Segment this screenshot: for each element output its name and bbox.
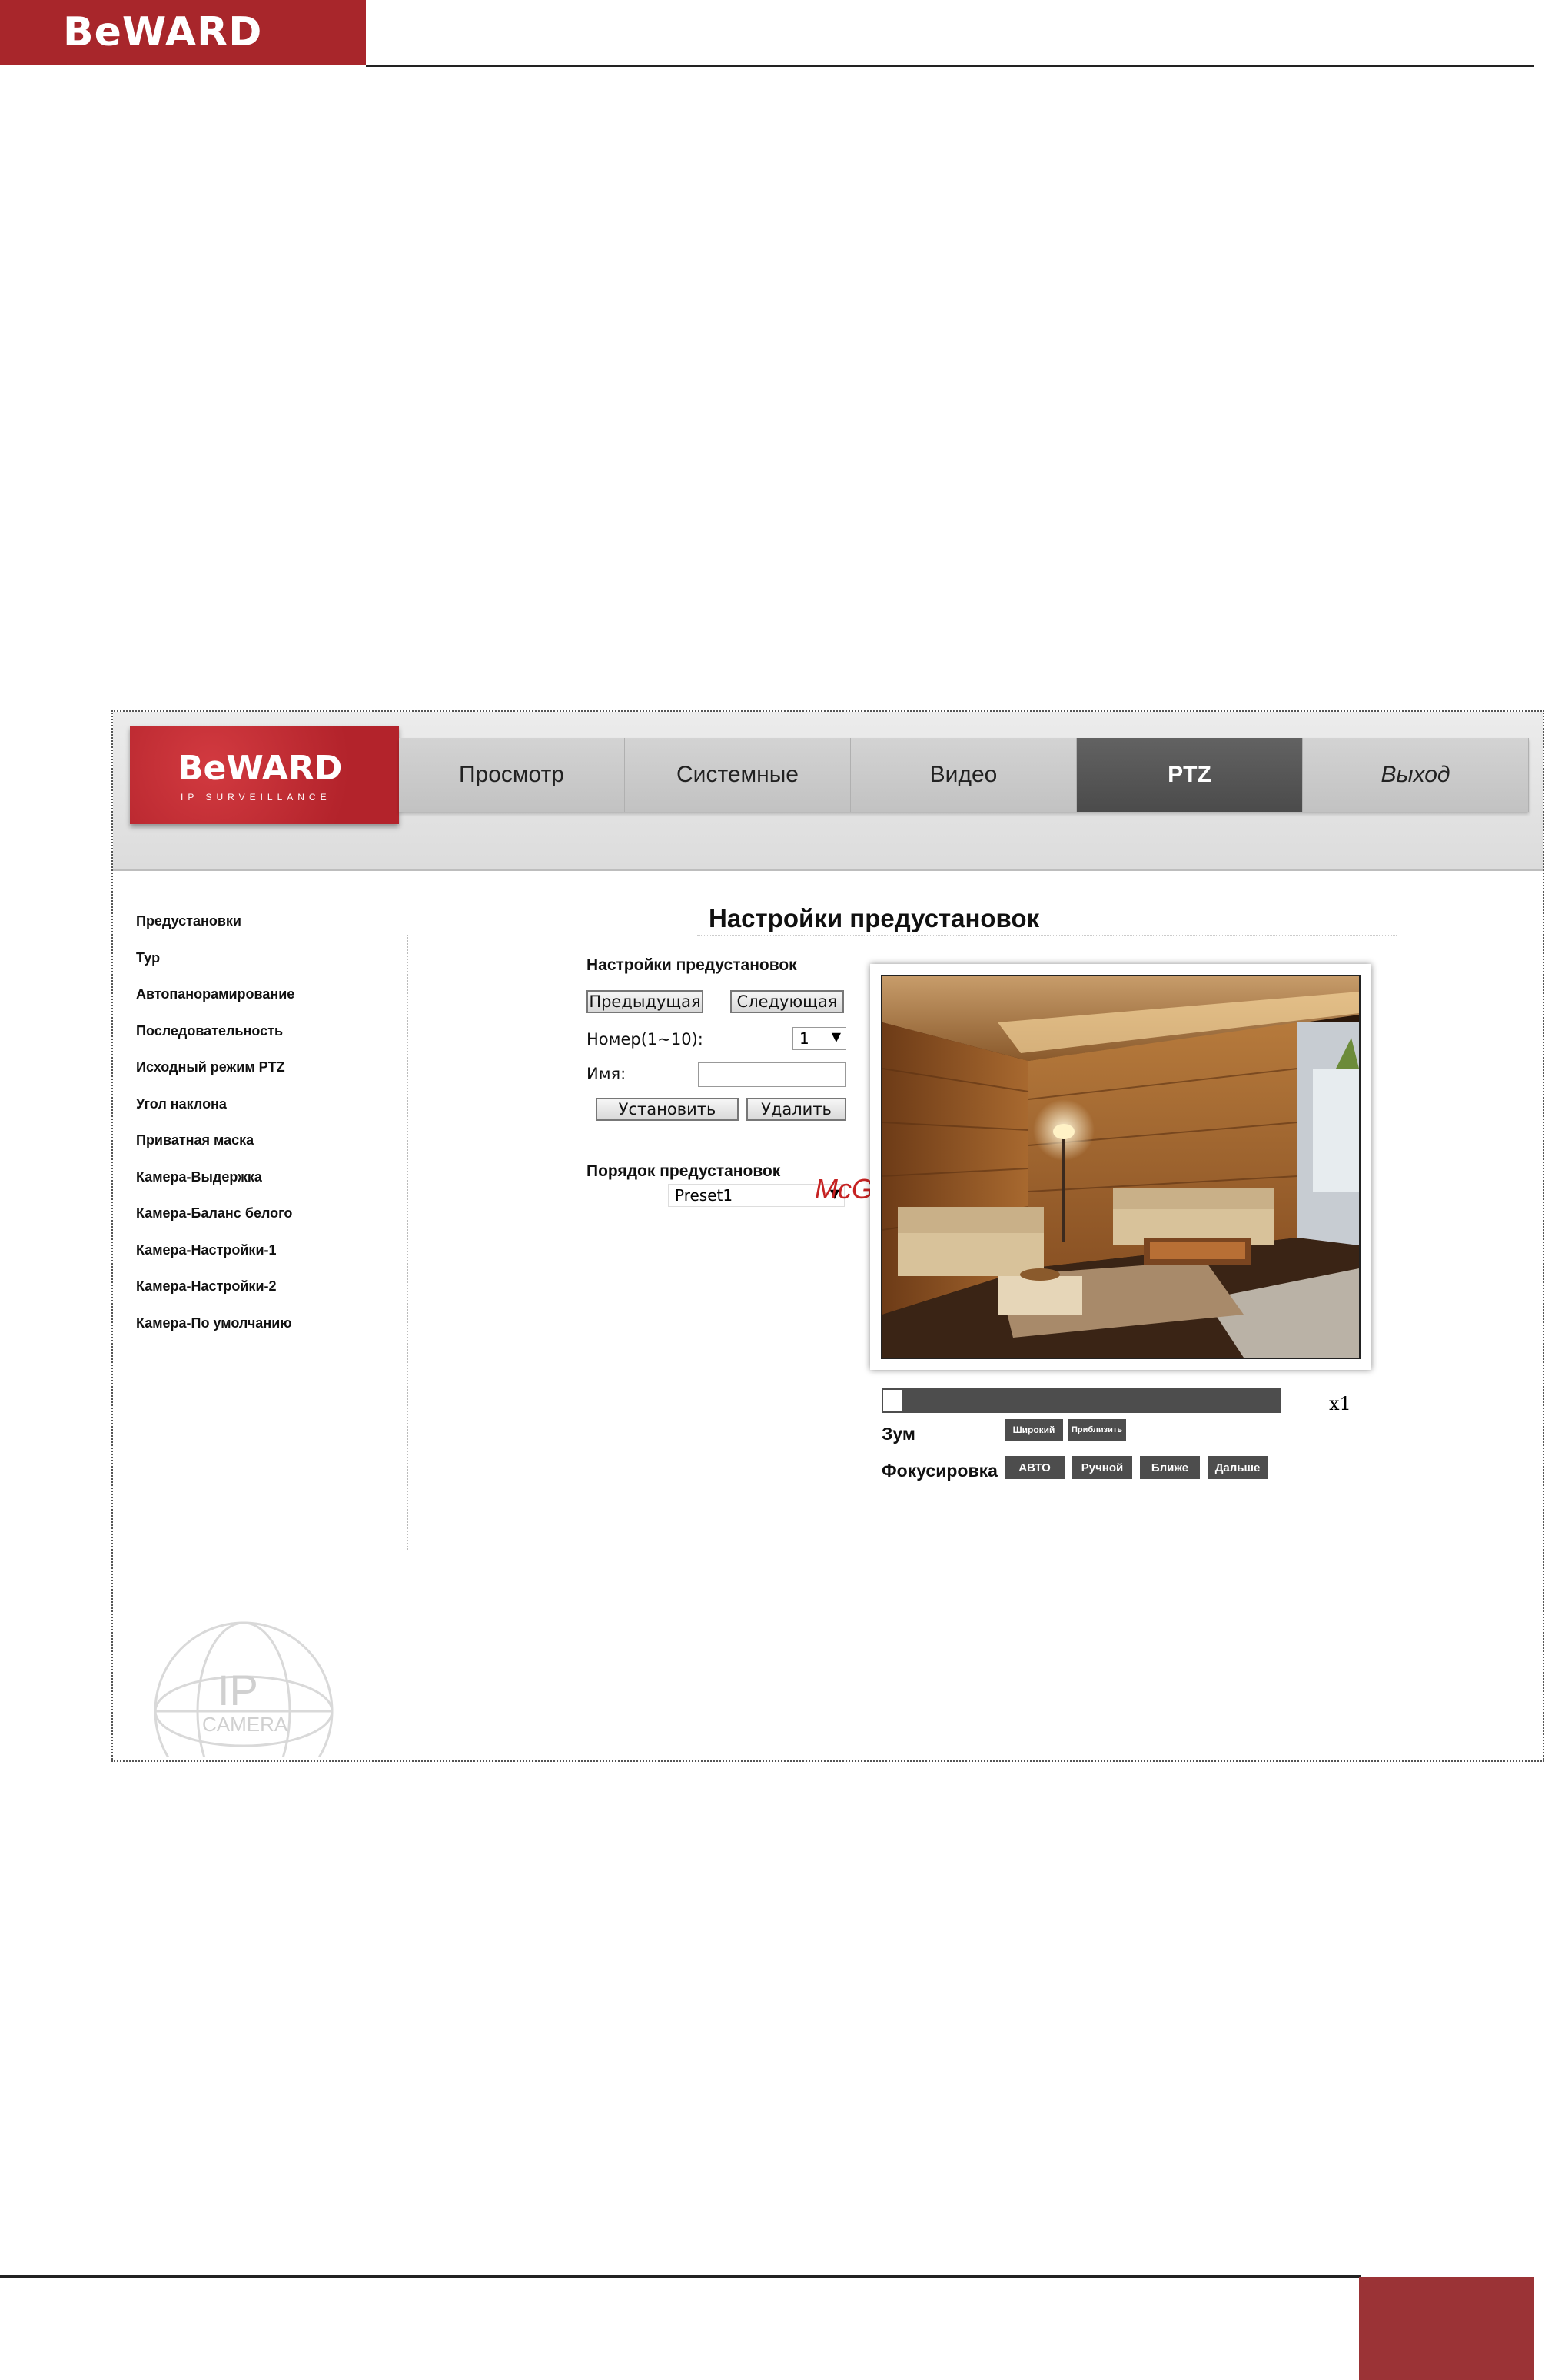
tab-logout[interactable]: Выход [1303, 738, 1529, 812]
sidebar-item-sequence[interactable]: Последовательность [136, 1023, 397, 1060]
tab-ptz[interactable]: PTZ [1077, 738, 1303, 812]
tab-video[interactable]: Видео [851, 738, 1077, 812]
preset-number-value: 1 [799, 1029, 809, 1048]
camera-web-ui-screenshot: BeWARD IP SURVEILLANCE Просмотр Системны… [111, 710, 1544, 1762]
title-divider [697, 935, 1397, 936]
zoom-label: Зум [882, 1424, 915, 1444]
logo-subtitle: IP SURVEILLANCE [181, 792, 331, 803]
focus-auto-button[interactable]: АВТО [1005, 1456, 1065, 1479]
main-nav-tabs: Просмотр Системные Видео PTZ Выход [399, 738, 1529, 812]
preset-order-value: Preset1 [675, 1186, 733, 1205]
zoom-slider[interactable] [882, 1388, 1281, 1413]
focus-label: Фокусировка [882, 1461, 998, 1481]
next-preset-button[interactable]: Следующая [730, 990, 844, 1013]
focus-manual-button[interactable]: Ручной [1072, 1456, 1132, 1479]
preset-number-select[interactable]: 1 ▼ [792, 1027, 846, 1050]
sidebar-item-presets[interactable]: Предустановки [136, 913, 397, 950]
sidebar-item-camera-settings-2[interactable]: Камера-Настройки-2 [136, 1278, 397, 1315]
page-logo: BeWARD [0, 0, 366, 65]
zoom-tele-button[interactable]: Приблизить [1068, 1419, 1126, 1441]
zoom-wide-button[interactable]: Широкий [1005, 1419, 1063, 1441]
sidebar-divider [407, 935, 408, 1550]
footer-page-block [1359, 2277, 1534, 2380]
header-rule [366, 65, 1534, 67]
video-preview-frame [870, 964, 1371, 1370]
prev-preset-button[interactable]: Предыдущая [586, 990, 703, 1013]
tab-view[interactable]: Просмотр [399, 738, 625, 812]
page-title: Настройки предустановок [709, 904, 1040, 932]
delete-preset-button[interactable]: Удалить [746, 1098, 846, 1121]
ip-watermark-small: CAMERA [202, 1713, 288, 1736]
sidebar-item-camera-settings-1[interactable]: Камера-Настройки-1 [136, 1242, 397, 1279]
sidebar-menu: Предустановки Тур Автопанорамирование По… [136, 913, 397, 1351]
focus-near-button[interactable]: Ближе [1140, 1456, 1200, 1479]
sidebar-item-camera-exposure[interactable]: Камера-Выдержка [136, 1169, 397, 1206]
sidebar-item-autopan[interactable]: Автопанорамирование [136, 986, 397, 1023]
sidebar-item-tilt-angle[interactable]: Угол наклона [136, 1096, 397, 1133]
set-preset-button[interactable]: Установить [596, 1098, 739, 1121]
room-scene-image [882, 976, 1359, 1358]
footer-rule [0, 2275, 1361, 2278]
sidebar-item-ptz-home[interactable]: Исходный режим PTZ [136, 1059, 397, 1096]
tab-system[interactable]: Системные [625, 738, 851, 812]
preset-name-label: Имя: [586, 1065, 626, 1083]
sidebar-item-privacy-mask[interactable]: Приватная маска [136, 1132, 397, 1169]
beward-logo[interactable]: BeWARD IP SURVEILLANCE [130, 726, 399, 824]
live-video-image[interactable] [881, 975, 1361, 1359]
sidebar-item-camera-defaults[interactable]: Камера-По умолчанию [136, 1315, 397, 1352]
globe-watermark-icon: IP CAMERA [154, 1621, 334, 1760]
preset-name-input[interactable] [698, 1062, 846, 1087]
zoom-level-readout: x1 [1329, 1393, 1351, 1414]
preset-settings-heading: Настройки предустановок [586, 956, 797, 974]
sidebar-item-camera-white-balance[interactable]: Камера-Баланс белого [136, 1205, 397, 1242]
logo-brand: BeWARD [178, 749, 343, 788]
top-bar: BeWARD IP SURVEILLANCE Просмотр Системны… [113, 712, 1543, 871]
focus-far-button[interactable]: Дальше [1208, 1456, 1268, 1479]
preset-number-label: Номер(1~10): [586, 1030, 703, 1049]
preset-order-heading: Порядок предустановок [586, 1162, 781, 1180]
ip-camera-watermark: IP CAMERA [144, 1619, 344, 1760]
sidebar-item-tour[interactable]: Тур [136, 950, 397, 987]
zoom-slider-handle[interactable] [882, 1388, 903, 1413]
chevron-down-icon: ▼ [831, 1029, 841, 1044]
ip-watermark-big: IP [218, 1666, 258, 1714]
